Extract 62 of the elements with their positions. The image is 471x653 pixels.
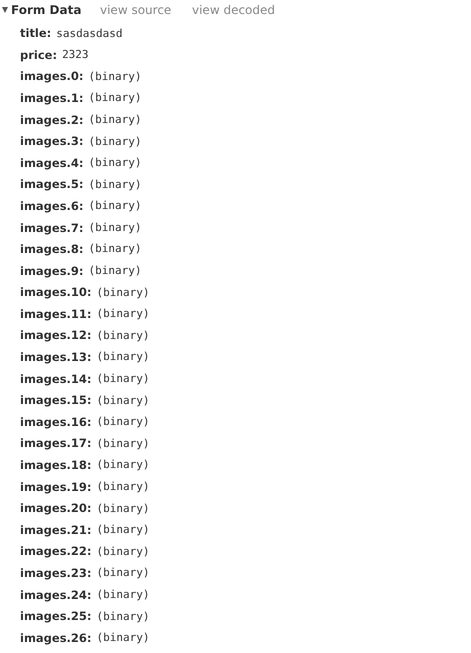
field-name: title: <box>20 25 52 42</box>
field-value: 2323 <box>62 47 89 64</box>
field-value: (binary) <box>88 198 142 214</box>
field-value: (binary) <box>88 90 142 106</box>
field-value: (binary) <box>88 155 142 172</box>
field-value: sasdasdasd <box>56 26 123 42</box>
field-name: images.2: <box>20 112 84 129</box>
field-value: (binary) <box>96 371 150 388</box>
field-name: images.9: <box>20 262 84 280</box>
field-value: (binary) <box>96 392 150 409</box>
field-name: images.10: <box>20 284 92 302</box>
field-value: (binary) <box>96 349 150 366</box>
field-name: images.25: <box>20 608 92 626</box>
field-name: images.17: <box>20 435 92 452</box>
field-name: images.20: <box>20 500 92 518</box>
field-value: (binary) <box>96 608 150 625</box>
field-name: images.0: <box>20 68 84 86</box>
field-name: images.12: <box>20 327 92 344</box>
field-name: price: <box>20 46 58 64</box>
field-value: (binary) <box>96 522 150 538</box>
field-value: (binary) <box>96 544 150 560</box>
field-value: (binary) <box>96 284 150 301</box>
section-title[interactable]: Form Data <box>11 0 100 18</box>
field-name: images.8: <box>20 241 84 258</box>
field-name: images.19: <box>20 478 92 496</box>
field-value: (binary) <box>96 479 150 496</box>
field-value: (binary) <box>96 630 150 646</box>
field-name: images.15: <box>20 392 92 410</box>
field-value: (binary) <box>96 306 150 322</box>
field-name: images.11: <box>20 306 92 323</box>
field-name: images.7: <box>20 220 84 237</box>
field-value: (binary) <box>96 500 150 517</box>
field-name: images.13: <box>20 349 92 366</box>
disclosure-triangle-icon[interactable] <box>2 6 8 12</box>
field-value: (binary) <box>88 220 142 236</box>
field-name: images.24: <box>20 586 92 604</box>
field-value: (binary) <box>88 241 142 258</box>
field-name: images.3: <box>20 133 84 150</box>
field-value: (binary) <box>88 112 142 128</box>
field-name: images.5: <box>20 176 84 194</box>
field-name: images.14: <box>20 370 92 388</box>
field-name: images.26: <box>20 630 92 647</box>
field-value: (binary) <box>88 263 142 280</box>
field-name: images.18: <box>20 457 92 474</box>
field-value: (binary) <box>96 586 150 603</box>
field-name: images.4: <box>20 154 84 172</box>
field-value: (binary) <box>96 457 150 474</box>
field-name: images.22: <box>20 543 92 560</box>
field-value: (binary) <box>88 134 142 150</box>
field-value: (binary) <box>88 68 142 85</box>
field-value: (binary) <box>88 176 142 193</box>
field-value: (binary) <box>96 328 150 344</box>
view-toggle-link[interactable]: view source <box>100 0 192 18</box>
field-value: (binary) <box>96 414 150 430</box>
field-name: images.21: <box>20 522 92 539</box>
field-name: images.6: <box>20 198 84 215</box>
field-value: (binary) <box>96 436 150 452</box>
field-name: images.1: <box>20 90 84 107</box>
view-toggle-link[interactable]: view decoded <box>192 0 276 18</box>
field-name: images.16: <box>20 414 92 431</box>
field-name: images.23: <box>20 565 92 582</box>
field-value: (binary) <box>96 565 150 582</box>
